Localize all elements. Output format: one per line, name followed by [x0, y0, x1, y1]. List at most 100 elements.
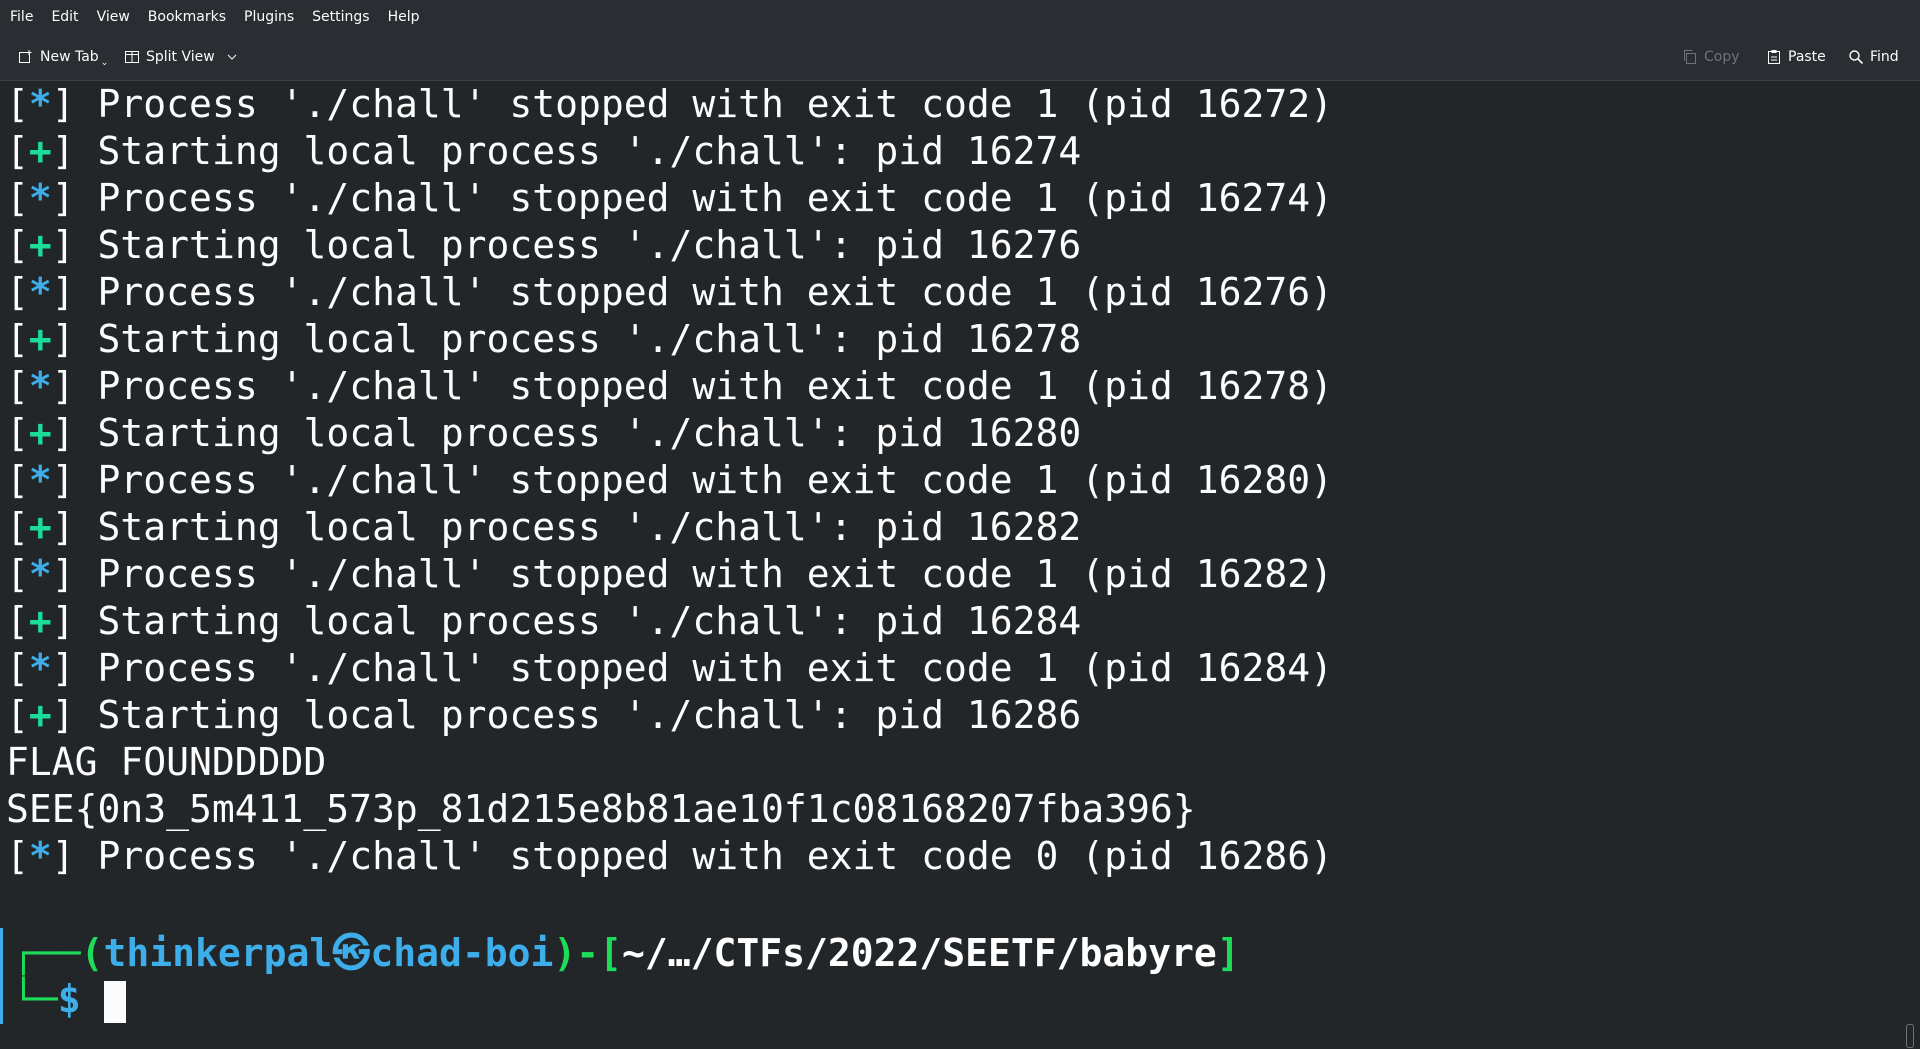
- info-marker: *: [28, 552, 52, 596]
- terminal-line: [*] Process './chall' stopped with exit …: [6, 81, 1333, 128]
- terminal-output[interactable]: [*] Process './chall' stopped with exit …: [0, 81, 1920, 1049]
- menu-item-plugins[interactable]: Plugins: [235, 0, 303, 34]
- menu-item-help[interactable]: Help: [379, 0, 429, 34]
- terminal-line-text: Process './chall' stopped with exit code…: [74, 270, 1333, 314]
- info-marker: *: [28, 458, 52, 502]
- terminal-line: [*] Process './chall' stopped with exit …: [6, 645, 1333, 692]
- bracket-open: [: [6, 317, 29, 361]
- prompt-dollar: $: [57, 977, 81, 1021]
- paste-button[interactable]: Paste: [1766, 42, 1826, 72]
- copy-button[interactable]: Copy: [1682, 42, 1740, 72]
- bracket-open: [: [6, 458, 29, 502]
- text-cursor: [103, 980, 126, 1023]
- bracket-open: [: [6, 834, 29, 878]
- bracket-close: ]: [51, 129, 75, 173]
- bracket-close: ]: [51, 411, 75, 455]
- terminal-line-text: FLAG FOUNDDDDD: [6, 740, 327, 784]
- copy-icon: [1684, 50, 1696, 64]
- chevron-down-icon: [227, 54, 237, 60]
- bracket-close: ]: [51, 693, 75, 737]
- bracket-open: [: [6, 176, 29, 220]
- menu-item-bookmarks[interactable]: Bookmarks: [139, 0, 235, 34]
- split-view-icon: [125, 51, 139, 63]
- search-icon: [1849, 50, 1864, 65]
- scrollbar-handle[interactable]: [1906, 1024, 1914, 1048]
- bracket-open: [: [6, 364, 29, 408]
- info-marker: *: [28, 834, 52, 878]
- terminal-line: [+] Starting local process './chall': pi…: [6, 598, 1081, 645]
- prompt-host: chad-boi: [370, 931, 554, 975]
- bracket-close: ]: [51, 82, 75, 126]
- info-marker: *: [28, 270, 52, 314]
- bracket-open: [: [6, 505, 29, 549]
- bracket-close: ]: [51, 270, 75, 314]
- terminal-line-text: Starting local process './chall': pid 16…: [74, 411, 1082, 455]
- find-button[interactable]: Find: [1848, 42, 1899, 72]
- prompt-accent-bar: [0, 928, 3, 1024]
- bracket-close: ]: [51, 317, 75, 361]
- menu-item-settings[interactable]: Settings: [303, 0, 378, 34]
- terminal-line: [*] Process './chall' stopped with exit …: [6, 833, 1333, 880]
- terminal-line-text: SEE{0n3_5m411_573p_81d215e8b81ae10f1c081…: [6, 787, 1196, 831]
- bracket-close: ]: [51, 552, 75, 596]
- bracket-close: ]: [51, 458, 75, 502]
- prompt-input-line[interactable]: └─$: [12, 973, 126, 1025]
- bracket-open: [: [6, 129, 29, 173]
- bracket-open: [: [6, 411, 29, 455]
- bracket-close: ]: [51, 646, 75, 690]
- bracket-open: [: [6, 223, 29, 267]
- bracket-open: [: [6, 599, 29, 643]
- prompt-frame: )-[: [553, 931, 622, 975]
- prompt-path: ~/…/CTFs/2022/SEETF/babyre: [621, 931, 1217, 975]
- terminal-line-text: Starting local process './chall': pid 16…: [74, 693, 1082, 737]
- info-marker: *: [28, 82, 52, 126]
- terminal-line: [*] Process './chall' stopped with exit …: [6, 175, 1333, 222]
- new-tab-label: New Tab: [40, 49, 99, 65]
- menu-bar: File Edit View Bookmarks Plugins Settings Help: [0, 0, 1920, 34]
- terminal-line: SEE{0n3_5m411_573p_81d215e8b81ae10f1c081…: [6, 786, 1196, 833]
- split-view-button[interactable]: Split View: [124, 42, 237, 72]
- terminal-line-text: Starting local process './chall': pid 16…: [74, 599, 1082, 643]
- menu-item-view[interactable]: View: [88, 0, 139, 34]
- bracket-close: ]: [51, 223, 75, 267]
- terminal-line-text: Process './chall' stopped with exit code…: [74, 176, 1333, 220]
- terminal-line: [*] Process './chall' stopped with exit …: [6, 269, 1333, 316]
- new-tab-button[interactable]: New Tab ⌄: [18, 42, 108, 72]
- success-marker: +: [28, 223, 52, 267]
- terminal-line-text: Starting local process './chall': pid 16…: [74, 223, 1082, 267]
- terminal-line-text: Process './chall' stopped with exit code…: [74, 458, 1333, 502]
- prompt-user: thinkerpal: [103, 931, 333, 975]
- terminal-line-text: Starting local process './chall': pid 16…: [74, 505, 1082, 549]
- terminal-line: FLAG FOUNDDDDD: [6, 739, 326, 786]
- bracket-close: ]: [51, 834, 75, 878]
- copy-label: Copy: [1704, 49, 1740, 65]
- terminal-line: [*] Process './chall' stopped with exit …: [6, 551, 1333, 598]
- menu-item-file[interactable]: File: [0, 0, 42, 34]
- terminal-line-text: Process './chall' stopped with exit code…: [74, 364, 1333, 408]
- terminal-line: [+] Starting local process './chall': pi…: [6, 410, 1081, 457]
- terminal-line: [+] Starting local process './chall': pi…: [6, 128, 1081, 175]
- chevron-down-icon: ⌄: [100, 58, 109, 68]
- prompt-frame: ┌──(: [12, 931, 104, 975]
- find-label: Find: [1870, 49, 1899, 65]
- terminal-line: [+] Starting local process './chall': pi…: [6, 316, 1081, 363]
- prompt-header: ┌──(thinkerpal㉿chad-boi)-[~/…/CTFs/2022/…: [12, 927, 1240, 979]
- prompt-symbol: ㉿: [332, 931, 371, 975]
- bracket-open: [: [6, 646, 29, 690]
- terminal-line: [*] Process './chall' stopped with exit …: [6, 457, 1333, 504]
- prompt-frame: ]: [1216, 931, 1240, 975]
- paste-icon: [1768, 50, 1780, 64]
- success-marker: +: [28, 317, 52, 361]
- toolbar: New Tab ⌄ Split View Copy Paste Find: [0, 34, 1920, 81]
- menu-item-edit[interactable]: Edit: [42, 0, 87, 34]
- prompt-frame: └─: [12, 977, 58, 1021]
- bracket-open: [: [6, 82, 29, 126]
- terminal-line: [*] Process './chall' stopped with exit …: [6, 363, 1333, 410]
- success-marker: +: [28, 599, 52, 643]
- terminal-line-text: Process './chall' stopped with exit code…: [74, 82, 1333, 126]
- info-marker: *: [28, 176, 52, 220]
- bracket-close: ]: [51, 505, 75, 549]
- bracket-close: ]: [51, 599, 75, 643]
- new-tab-icon: [19, 50, 32, 63]
